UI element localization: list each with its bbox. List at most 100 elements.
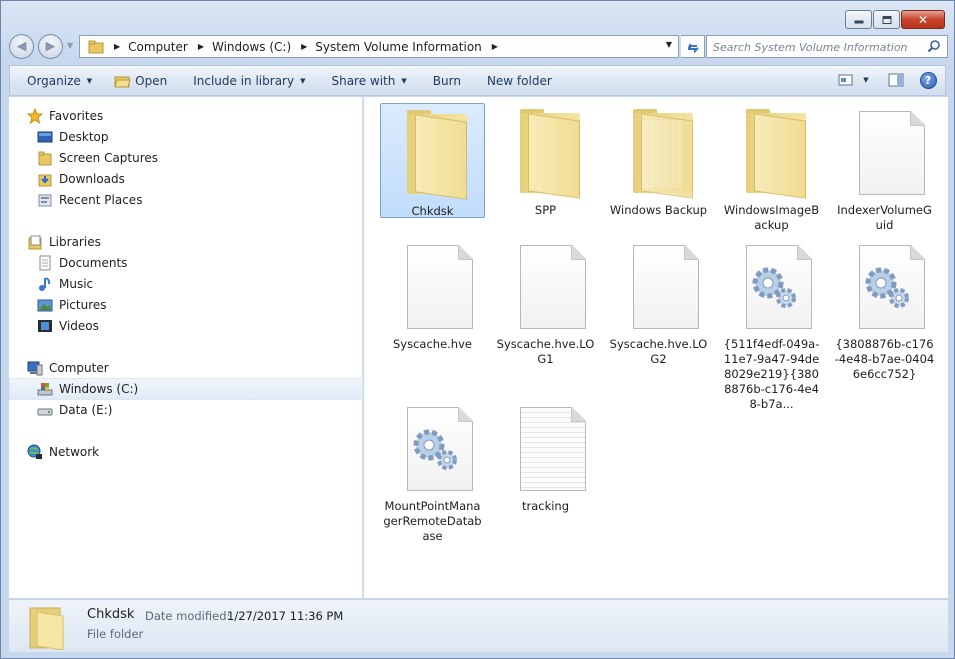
forward-arrow-icon: ▶ <box>45 38 56 54</box>
recent-places-icon <box>38 194 52 207</box>
sidebar-item-videos[interactable]: Videos <box>37 316 99 336</box>
breadcrumb-computer[interactable]: Computer <box>128 40 188 54</box>
search-box <box>706 35 948 58</box>
document-icon <box>619 241 699 333</box>
videos-icon <box>38 320 52 332</box>
file-list: Chkdsk SPP Windows Backup WindowsImageBa… <box>364 97 948 598</box>
breadcrumb-arrow-icon[interactable]: ▶ <box>492 42 498 51</box>
maximize-button[interactable] <box>873 10 900 29</box>
new-folder-button[interactable]: New folder <box>478 69 561 93</box>
computer-icon <box>27 361 43 376</box>
folder-icon <box>38 151 52 166</box>
file-item[interactable]: Windows Backup <box>606 103 711 218</box>
sidebar-item-recent-places[interactable]: Recent Places <box>37 190 142 210</box>
sidebar-item-desktop[interactable]: Desktop <box>37 127 109 147</box>
gears-icon <box>865 267 909 308</box>
minimize-button[interactable] <box>845 10 872 29</box>
help-button[interactable]: ? <box>915 69 941 91</box>
folder-icon <box>393 108 473 200</box>
file-name: WindowsImageBackup <box>723 203 820 232</box>
breadcrumb: ▶ Computer ▶ Windows (C:) ▶ System Volum… <box>104 40 506 54</box>
sidebar-item-label: Favorites <box>49 109 104 123</box>
address-history-dropdown-icon[interactable]: ▼ <box>666 40 672 49</box>
view-options-dropdown[interactable]: ▼ <box>859 69 873 91</box>
sidebar-item-music[interactable]: Music <box>37 274 93 294</box>
sidebar-item-data-e[interactable]: Data (E:) <box>37 400 112 420</box>
drive-icon <box>37 408 53 416</box>
burn-button[interactable]: Burn <box>424 69 470 93</box>
file-item[interactable]: Syscache.hve <box>380 237 485 352</box>
file-name: SPP <box>534 203 557 217</box>
search-icon[interactable] <box>927 39 941 53</box>
folder-icon <box>29 607 64 650</box>
share-with-label: Share with <box>331 73 396 88</box>
pictures-icon <box>37 299 53 312</box>
network-icon <box>27 444 42 459</box>
organize-button[interactable]: Organize ▼ <box>18 69 101 93</box>
help-icon: ? <box>919 71 937 89</box>
file-name: {511f4edf-049a-11e7-9a47-94de8029e219}{3… <box>723 337 820 411</box>
chevron-down-icon: ▼ <box>300 76 306 85</box>
desktop-icon <box>37 131 53 143</box>
file-item[interactable]: SPP <box>493 103 598 218</box>
sidebar-item-favorites[interactable]: Favorites <box>27 106 103 126</box>
include-in-library-button[interactable]: Include in library ▼ <box>184 69 314 93</box>
change-view-button[interactable] <box>833 69 859 91</box>
sidebar-item-libraries[interactable]: Libraries <box>27 232 101 252</box>
back-button[interactable]: ◀ <box>9 34 34 59</box>
document-icon <box>393 241 473 333</box>
sidebar-item-computer[interactable]: Computer <box>27 358 109 378</box>
close-button[interactable]: ✕ <box>901 10 945 29</box>
file-item[interactable]: MountPointManagerRemoteDatabase <box>380 399 485 544</box>
file-item[interactable]: Syscache.hve.LOG2 <box>606 237 711 367</box>
sidebar-item-label: Pictures <box>59 298 107 312</box>
file-item[interactable]: WindowsImageBackup <box>719 103 824 233</box>
address-bar[interactable]: ▶ Computer ▶ Windows (C:) ▶ System Volum… <box>79 35 679 58</box>
burn-label: Burn <box>432 73 461 88</box>
breadcrumb-arrow-icon[interactable]: ▶ <box>198 42 204 51</box>
file-item[interactable]: Syscache.hve.LOG1 <box>493 237 598 367</box>
breadcrumb-arrow-icon[interactable]: ▶ <box>114 42 120 51</box>
recent-pages-dropdown-icon[interactable]: ▼ <box>67 41 73 50</box>
gears-icon <box>413 429 457 470</box>
file-item[interactable]: tracking <box>493 399 598 514</box>
sidebar-item-label: Music <box>59 277 94 291</box>
new-folder-label: New folder <box>486 73 552 88</box>
sidebar-item-downloads[interactable]: Downloads <box>37 169 125 189</box>
file-item[interactable]: IndexerVolumeGuid <box>832 103 937 233</box>
file-name: Syscache.hve <box>393 337 472 351</box>
search-input[interactable] <box>713 37 923 57</box>
file-name: IndexerVolumeGuid <box>837 203 932 232</box>
sidebar-item-documents[interactable]: Documents <box>37 253 127 273</box>
breadcrumb-arrow-icon[interactable]: ▶ <box>301 42 307 51</box>
folder-icon <box>732 107 812 199</box>
folder-icon <box>506 107 586 199</box>
open-button[interactable]: Open <box>105 69 176 93</box>
sidebar-item-network[interactable]: Network <box>27 442 99 462</box>
libraries-icon <box>28 235 42 250</box>
chevron-down-icon: ▼ <box>863 76 869 84</box>
file-name: {3808876b-c176-4e48-b7ae-04046e6cc752} <box>834 337 935 381</box>
sidebar-item-screen-captures[interactable]: Screen Captures <box>37 148 158 168</box>
sidebar-item-label: Data (E:) <box>59 403 113 417</box>
file-item[interactable]: Chkdsk <box>380 103 485 218</box>
sidebar-item-windows-c[interactable]: Windows (C:) <box>9 378 363 400</box>
sidebar-item-label: Screen Captures <box>59 151 159 165</box>
share-with-button[interactable]: Share with ▼ <box>322 69 415 93</box>
breadcrumb-system-volume-information[interactable]: System Volume Information <box>315 40 481 54</box>
file-name: Windows Backup <box>609 203 708 217</box>
refresh-button[interactable] <box>681 35 705 58</box>
file-name: Chkdsk <box>411 204 454 218</box>
preview-pane-button[interactable] <box>883 69 909 91</box>
file-item[interactable]: {511f4edf-049a-11e7-9a47-94de8029e219}{3… <box>719 237 824 412</box>
system-file-icon <box>845 241 925 333</box>
command-bar: Organize ▼ Open Include in library ▼ Sha… <box>9 65 946 96</box>
sidebar-item-pictures[interactable]: Pictures <box>37 295 107 315</box>
forward-button[interactable]: ▶ <box>38 34 63 59</box>
sidebar-item-label: Libraries <box>49 235 101 249</box>
organize-label: Organize <box>27 73 81 88</box>
gears-icon <box>752 267 796 308</box>
file-item[interactable]: {3808876b-c176-4e48-b7ae-04046e6cc752} <box>832 237 937 382</box>
sidebar-item-label: Desktop <box>59 130 109 144</box>
breadcrumb-windows-c[interactable]: Windows (C:) <box>212 40 291 54</box>
